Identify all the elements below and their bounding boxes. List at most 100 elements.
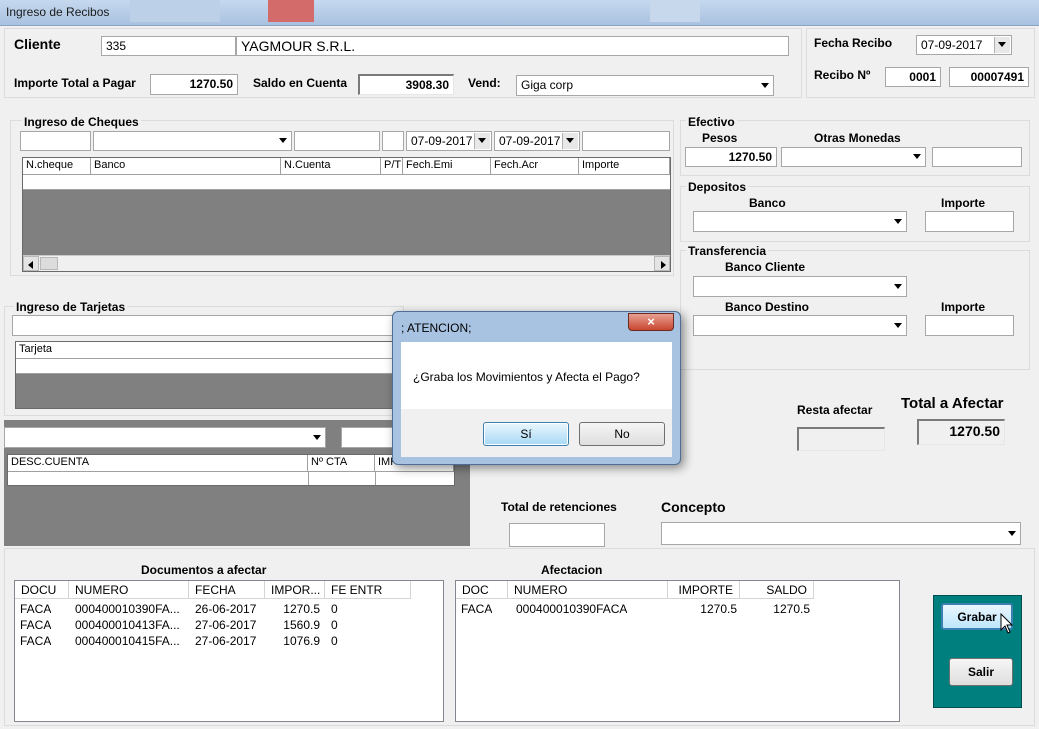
arrow-left-icon: [28, 261, 33, 269]
cheques-new-row[interactable]: [23, 175, 670, 190]
cheques-col-header[interactable]: N.cheque: [23, 158, 91, 175]
cheques-col-header[interactable]: N.Cuenta: [281, 158, 381, 175]
importe-field[interactable]: 1270.50: [150, 74, 238, 95]
depositos-importe-field[interactable]: [925, 211, 1014, 232]
cheques-col-header[interactable]: Importe: [579, 158, 670, 175]
cheques-grid[interactable]: N.cheque Banco N.Cuenta P/T Fech.Emi Fec…: [22, 157, 671, 272]
cheque-fecha-emi-picker[interactable]: 07-09-2017: [406, 131, 492, 151]
tarjetas-title: Ingreso de Tarjetas: [14, 300, 128, 314]
chevron-down-icon: [313, 434, 321, 440]
saldo-field: 3908.30: [358, 74, 454, 95]
documentos-list[interactable]: DOCU NUMERO FECHA IMPOR... FE ENTR FACA …: [14, 580, 444, 722]
documentos-col-header[interactable]: FECHA: [189, 581, 265, 599]
calendar-dropdown-button[interactable]: [474, 133, 490, 149]
cuentas-col-header[interactable]: Nº CTA: [308, 455, 375, 472]
depositos-banco-label: Banco: [749, 196, 786, 210]
doc-fecha-cell: 26-06-2017: [195, 602, 257, 616]
doc-importe-cell: 1076.9: [283, 634, 320, 648]
cheque-numero-input[interactable]: [20, 131, 91, 151]
banco-cliente-label: Banco Cliente: [725, 260, 806, 274]
recibo-numero-field[interactable]: 00007491: [949, 67, 1029, 87]
otras-monedas-combo[interactable]: [781, 147, 926, 167]
pesos-field[interactable]: 1270.50: [685, 147, 777, 167]
transferencia-importe-field[interactable]: [925, 315, 1014, 336]
retenciones-field[interactable]: [509, 523, 605, 547]
vend-label: Vend:: [468, 76, 501, 90]
concepto-combo[interactable]: [661, 522, 1021, 545]
cheques-col-header[interactable]: Banco: [91, 158, 281, 175]
chevron-down-icon: [913, 154, 921, 159]
scroll-thumb[interactable]: [40, 257, 58, 270]
cheques-col-header[interactable]: Fech.Emi: [403, 158, 491, 175]
vend-value: Giga corp: [521, 78, 574, 92]
table-row[interactable]: FACA 000400010390FACA 1270.5 1270.5: [456, 601, 899, 617]
retenciones-label: Total de retenciones: [501, 500, 617, 514]
cuentas-col-header[interactable]: DESC.CUENTA: [8, 455, 308, 472]
cuenta-importe-input[interactable]: [341, 427, 395, 448]
cheques-horizontal-scrollbar[interactable]: [23, 255, 670, 271]
fecha-recibo-value: 07-09-2017: [921, 38, 983, 52]
cheque-cuenta-input[interactable]: [294, 131, 380, 151]
fecha-recibo-picker[interactable]: 07-09-2017: [916, 35, 1012, 55]
otras-monedas-label: Otras Monedas: [814, 131, 901, 145]
afect-saldo-cell: 1270.5: [773, 602, 810, 616]
otras-monedas-importe[interactable]: [932, 147, 1022, 167]
calendar-dropdown-button[interactable]: [562, 133, 578, 149]
no-button[interactable]: No: [579, 422, 665, 446]
afect-numero-cell: 000400010390FACA: [516, 602, 628, 616]
tarjetas-new-row[interactable]: [16, 359, 399, 374]
afectacion-list[interactable]: DOC NUMERO IMPORTE SALDO FACA 0004000103…: [455, 580, 900, 722]
saldo-label: Saldo en Cuenta: [253, 76, 348, 90]
vend-combo[interactable]: Giga corp: [516, 75, 774, 96]
cheque-fecha-acr-value: 07-09-2017: [499, 134, 561, 148]
documentos-col-header[interactable]: IMPOR...: [265, 581, 325, 599]
table-row[interactable]: FACA 000400010390FA... 26-06-2017 1270.5…: [15, 601, 443, 617]
scroll-left-button[interactable]: [23, 256, 39, 271]
documentos-title: Documentos a afectar: [141, 563, 267, 577]
cliente-nombre-field[interactable]: YAGMOUR S.R.L.: [236, 36, 789, 56]
tarjetas-col-header[interactable]: Tarjeta: [16, 342, 399, 359]
doc-numero-cell: 000400010413FA...: [75, 618, 180, 632]
scroll-right-button[interactable]: [654, 256, 670, 271]
afectacion-col-header[interactable]: SALDO: [740, 581, 814, 599]
cheques-col-header[interactable]: P/T: [381, 158, 403, 175]
doc-importe-cell: 1560.9: [283, 618, 320, 632]
tarjetas-grid[interactable]: Tarjeta: [15, 341, 400, 409]
tarjeta-input[interactable]: [12, 315, 402, 336]
cheque-fecha-acr-picker[interactable]: 07-09-2017: [494, 131, 580, 151]
banco-destino-combo[interactable]: [693, 315, 907, 336]
afect-importe-cell: 1270.5: [700, 602, 737, 616]
doc-tipo-cell: FACA: [20, 602, 52, 616]
documentos-col-header[interactable]: FE ENTR: [325, 581, 411, 599]
cheque-pt-input[interactable]: [382, 131, 404, 151]
recibo-punto-field[interactable]: 0001: [885, 67, 941, 87]
banco-cliente-combo[interactable]: [693, 276, 907, 297]
table-row[interactable]: FACA 000400010413FA... 27-06-2017 1560.9…: [15, 617, 443, 633]
calendar-dropdown-button[interactable]: [994, 37, 1010, 53]
documentos-col-header[interactable]: DOCU: [15, 581, 69, 599]
afectacion-col-header[interactable]: DOC: [456, 581, 508, 599]
title-bar-segment: [130, 0, 220, 22]
cliente-codigo-field[interactable]: 335: [101, 36, 236, 56]
cheque-banco-combo[interactable]: [93, 131, 292, 151]
cheque-importe-input[interactable]: [582, 131, 670, 151]
cheques-col-header[interactable]: Fech.Acr: [491, 158, 579, 175]
depositos-title: Depositos: [686, 180, 749, 194]
importe-label: Importe Total a Pagar: [14, 76, 136, 90]
cuentas-grid[interactable]: DESC.CUENTA Nº CTA IMP: [7, 454, 455, 486]
yes-button[interactable]: Sí: [483, 422, 569, 446]
cliente-label: Cliente: [14, 36, 61, 52]
depositos-importe-label: Importe: [941, 196, 986, 210]
afectacion-title: Afectacion: [541, 563, 603, 577]
doc-importe-cell: 1270.5: [283, 602, 320, 616]
documentos-col-header[interactable]: NUMERO: [69, 581, 189, 599]
depositos-banco-combo[interactable]: [693, 211, 907, 232]
fecha-recibo-label: Fecha Recibo: [814, 36, 893, 50]
salir-button[interactable]: Salir: [949, 658, 1013, 686]
close-button[interactable]: ×: [628, 313, 674, 331]
afectacion-col-header[interactable]: NUMERO: [508, 581, 668, 599]
cuenta-combo[interactable]: [4, 427, 326, 448]
table-row[interactable]: FACA 000400010415FA... 27-06-2017 1076.9…: [15, 633, 443, 649]
arrow-right-icon: [661, 261, 666, 269]
afectacion-col-header[interactable]: IMPORTE: [668, 581, 740, 599]
